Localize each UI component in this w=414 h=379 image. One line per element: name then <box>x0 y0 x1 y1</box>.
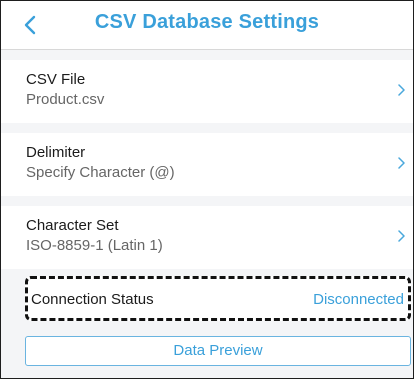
character-set-value: ISO-8859-1 (Latin 1) <box>26 237 163 254</box>
connection-status-row: Connection Status Disconnected <box>25 276 411 321</box>
chevron-right-icon <box>398 84 405 96</box>
header-bar: CSV Database Settings <box>1 1 413 50</box>
csv-file-value: Product.csv <box>26 91 105 108</box>
page-title: CSV Database Settings <box>94 11 320 33</box>
delimiter-label: Delimiter <box>26 144 86 161</box>
app-frame: CSV Database Settings CSV File Product.c… <box>0 0 414 379</box>
character-set-label: Character Set <box>26 217 119 234</box>
chevron-right-icon <box>398 157 405 169</box>
data-preview-button[interactable]: Data Preview <box>25 336 411 366</box>
chevron-right-icon <box>398 230 405 242</box>
csv-file-label: CSV File <box>26 71 86 88</box>
delimiter-value: Specify Character (@) <box>26 164 175 181</box>
character-set-setting[interactable]: Character Set ISO-8859-1 (Latin 1) <box>1 206 413 269</box>
connection-status-value: Disconnected <box>313 291 404 308</box>
csv-file-setting[interactable]: CSV File Product.csv <box>1 60 413 123</box>
connection-status-label: Connection Status <box>31 291 154 308</box>
delimiter-setting[interactable]: Delimiter Specify Character (@) <box>1 133 413 196</box>
